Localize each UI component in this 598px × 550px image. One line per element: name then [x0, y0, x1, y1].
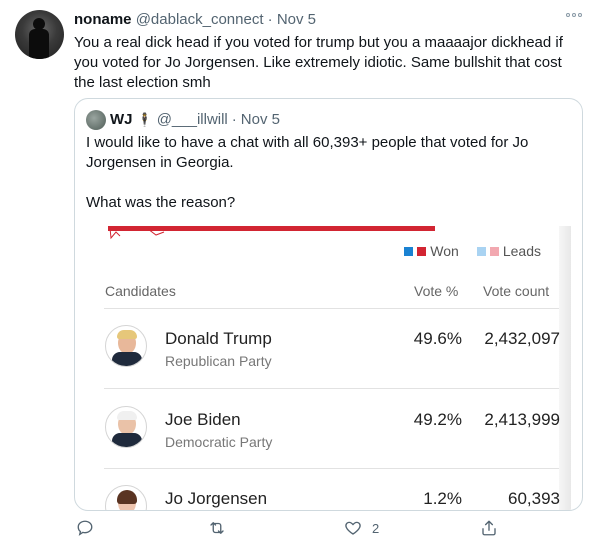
author-handle[interactable]: @dablack_connect — [136, 11, 264, 28]
quoted-text-paragraph: What was the reason? — [86, 194, 236, 211]
candidate-photo — [105, 325, 147, 367]
map-border-lines — [109, 227, 165, 240]
author-name[interactable]: noname — [74, 11, 132, 28]
person-emoji-icon: 🕴 — [136, 112, 153, 127]
share-icon — [482, 520, 496, 536]
more-dot — [578, 13, 582, 17]
candidate-vote-count: 2,432,097 — [484, 329, 560, 348]
leads-blue-swatch — [476, 246, 486, 256]
suit — [112, 433, 142, 447]
candidate-party: Democratic Party — [165, 434, 273, 450]
quoted-author-name: WJ — [110, 111, 133, 128]
election-results-image[interactable]: Won Leads Candidates Vote % Vote count D… — [104, 226, 571, 510]
more-options-icon[interactable] — [566, 13, 582, 17]
quoted-text-paragraph: I would like to have a chat with all 60,… — [86, 134, 529, 171]
candidate-photo — [105, 485, 147, 510]
hair — [117, 490, 137, 504]
suit — [112, 352, 142, 366]
more-dot — [566, 13, 570, 17]
heart-icon — [345, 521, 361, 535]
leads-red-swatch — [489, 246, 499, 256]
header-vote-count: Vote count — [483, 283, 550, 299]
quoted-date: Nov 5 — [240, 111, 280, 128]
candidate-vote-pct: 1.2% — [423, 489, 462, 508]
candidate-party: Republican Party — [165, 353, 272, 369]
separator-dot: · — [267, 11, 273, 28]
person-silhouette-body — [29, 29, 49, 59]
like-count: 2 — [372, 520, 380, 536]
legend-leads: Leads — [502, 243, 541, 259]
candidate-photo — [105, 406, 147, 448]
retweet-button[interactable] — [207, 519, 227, 537]
tweet-header: noname @dablack_connect · Nov 5 — [74, 11, 316, 29]
reply-button[interactable] — [76, 519, 94, 537]
candidate-row: Jo Jorgensen 1.2% 60,393 — [104, 469, 560, 510]
candidate-name: Joe Biden — [165, 410, 241, 429]
hair — [117, 411, 137, 420]
quoted-author-handle: @___illwill — [156, 111, 228, 128]
hair — [117, 330, 137, 339]
quoted-avatar[interactable] — [86, 110, 106, 130]
retweet-icon — [210, 522, 224, 534]
separator-dot: · — [231, 111, 237, 128]
candidate-name: Jo Jorgensen — [165, 489, 268, 508]
header-candidates: Candidates — [105, 283, 176, 299]
quoted-tweet-header: WJ 🕴 @___illwill · Nov 5 — [86, 110, 280, 130]
avatar[interactable] — [15, 10, 64, 59]
candidate-vote-pct: 49.6% — [413, 329, 462, 348]
candidate-row: Joe Biden Democratic Party 49.2% 2,413,9… — [104, 389, 560, 469]
header-vote-pct: Vote % — [414, 283, 459, 299]
candidate-row: Donald Trump Republican Party 49.6% 2,43… — [104, 309, 560, 389]
tweet-date[interactable]: Nov 5 — [277, 11, 316, 28]
image-edge — [559, 226, 571, 510]
candidate-vote-count: 60,393 — [508, 489, 560, 508]
map-legend: Won Leads — [404, 243, 541, 259]
reply-icon — [77, 520, 93, 536]
quoted-tweet[interactable]: WJ 🕴 @___illwill · Nov 5 I would like to… — [74, 98, 583, 511]
quoted-tweet-text: I would like to have a chat with all 60,… — [86, 133, 566, 213]
won-blue-swatch — [404, 246, 414, 256]
won-red-swatch — [417, 246, 427, 256]
tweet-actions: 2 — [74, 519, 504, 541]
tweet: noname @dablack_connect · Nov 5 You a re… — [0, 0, 598, 550]
legend-won: Won — [430, 243, 459, 259]
tweet-text: You a real dick head if you voted for tr… — [74, 34, 563, 91]
candidate-vote-pct: 49.2% — [413, 410, 462, 429]
share-button[interactable] — [480, 519, 498, 537]
candidate-name: Donald Trump — [165, 329, 272, 348]
candidate-vote-count: 2,413,999 — [484, 410, 560, 429]
more-dot — [572, 13, 576, 17]
like-button[interactable]: 2 — [344, 519, 379, 537]
